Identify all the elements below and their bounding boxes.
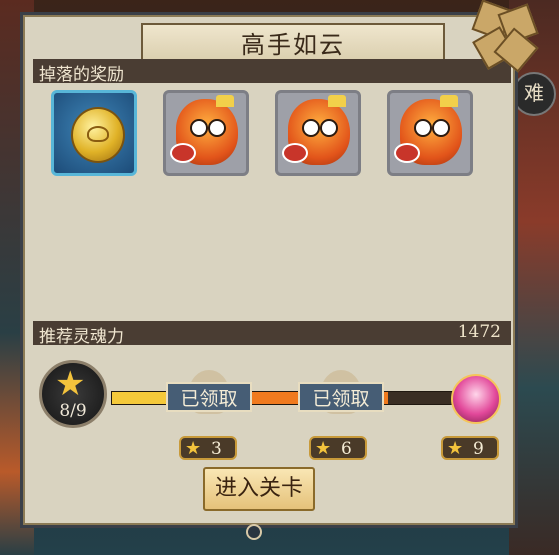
power-value: 1472 <box>457 322 501 342</box>
power-header: 推荐灵魂力 1472 <box>33 321 511 347</box>
difficulty-tab[interactable]: 难 <box>512 72 556 116</box>
dialog-title: 高手如云 <box>241 31 345 59</box>
star-icon: ★ <box>447 438 464 459</box>
reward-item-coin[interactable] <box>51 90 137 176</box>
milestone-requirement: ★ 9 <box>441 436 499 460</box>
reward-item-goldfish[interactable] <box>275 90 361 176</box>
pink-chest-icon[interactable] <box>451 374 501 424</box>
milestone-requirement: ★ 3 <box>179 436 237 460</box>
reward-item-goldfish[interactable] <box>163 90 249 176</box>
star-count-badge: ★ 8/9 <box>39 360 107 428</box>
reward-item-goldfish[interactable] <box>387 90 473 176</box>
game-scene: 难 高手如云 掉落的奖励 推荐灵魂力 1472 ★ 8/9 已领取 已领取 ★ … <box>0 0 559 555</box>
star-count: 8/9 <box>59 401 87 421</box>
goldfish-icon <box>170 95 238 165</box>
drops-header: 掉落的奖励 <box>33 59 511 85</box>
stage-info-panel: 高手如云 掉落的奖励 推荐灵魂力 1472 ★ 8/9 已领取 已领取 ★ 3 … <box>20 12 518 528</box>
power-label: 推荐灵魂力 <box>39 327 124 347</box>
pinwheel-close-icon[interactable] <box>471 0 539 73</box>
goldfish-icon <box>394 95 462 165</box>
enter-stage-button[interactable]: 进入关卡 <box>203 467 315 511</box>
star-icon: ★ <box>55 364 86 404</box>
milestone-claimed-button[interactable]: 已领取 <box>166 382 252 412</box>
star-progress: ★ 8/9 已领取 已领取 ★ 3 ★ 6 ★ 9 <box>33 350 511 460</box>
star-icon: ★ <box>185 438 202 459</box>
gold-coin-icon <box>71 107 125 163</box>
milestone-requirement: ★ 6 <box>309 436 367 460</box>
goldfish-icon <box>282 95 350 165</box>
page-indicator <box>246 524 262 540</box>
progress-fill-yellow <box>112 392 168 404</box>
milestone-claimed-button[interactable]: 已领取 <box>298 382 384 412</box>
drops-label: 掉落的奖励 <box>39 65 124 85</box>
star-icon: ★ <box>315 438 332 459</box>
